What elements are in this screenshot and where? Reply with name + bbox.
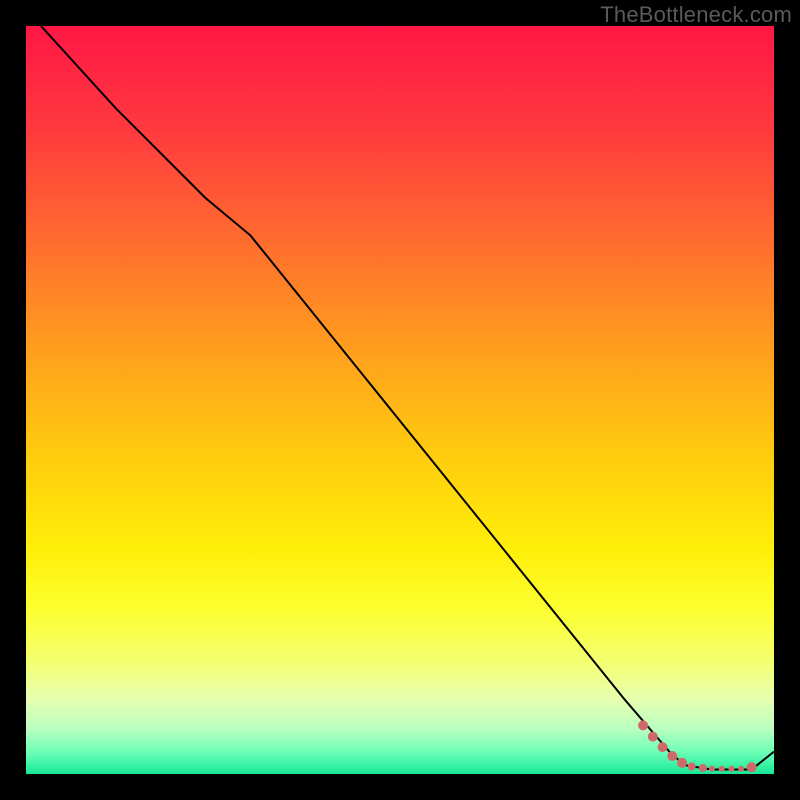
watermark-text: TheBottleneck.com [600,2,792,28]
highlight-marker [638,720,648,730]
highlight-marker [719,766,725,772]
highlight-marker [747,762,757,772]
highlight-marker [699,764,707,772]
highlight-marker [677,758,687,768]
highlight-marker [688,763,696,771]
chart-frame: TheBottleneck.com [0,0,800,800]
highlight-marker [728,766,734,772]
gradient-rect [26,26,774,774]
highlight-marker [648,732,658,742]
plot-area [26,26,774,774]
highlight-marker [738,766,744,772]
highlight-marker [658,742,668,752]
chart-svg [26,26,774,774]
highlight-marker [709,766,715,772]
highlight-marker [667,751,677,761]
